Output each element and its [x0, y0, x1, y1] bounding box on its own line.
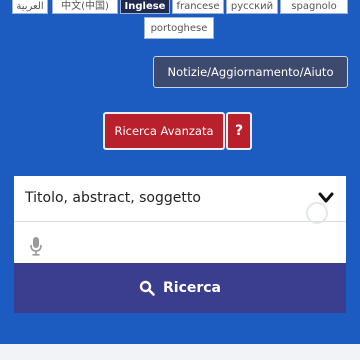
lang-tab-spanish[interactable]: spagnolo: [280, 0, 348, 14]
loading-indicator: [306, 202, 328, 224]
lang-tab-french[interactable]: francese: [172, 0, 224, 14]
lang-tab-russian[interactable]: русский: [226, 0, 278, 14]
search-field-select[interactable]: Titolo, abstract, soggetto: [14, 176, 346, 222]
help-button[interactable]: ?: [226, 112, 252, 150]
lang-tab-arabic[interactable]: العربية: [12, 0, 48, 14]
microphone-icon[interactable]: [29, 236, 43, 256]
advanced-search-button[interactable]: Ricerca Avanzata: [103, 112, 225, 150]
lang-tab-portuguese[interactable]: portoghese: [144, 17, 214, 39]
lang-tab-english[interactable]: Inglese: [120, 0, 170, 14]
lang-tab-chinese[interactable]: 中文(中国): [52, 0, 118, 14]
search-field-label: Titolo, abstract, soggetto: [25, 190, 201, 206]
search-icon: [139, 280, 155, 296]
footer-strip: [0, 344, 360, 360]
news-help-button[interactable]: Notizie/Aggiornamento/Aiuto: [153, 56, 348, 88]
language-tabs: العربية 中文(中国) Inglese francese русский …: [0, 0, 360, 39]
search-submit-label: Ricerca: [162, 280, 222, 296]
search-submit-button[interactable]: Ricerca: [14, 263, 346, 313]
search-panel: Titolo, abstract, soggetto Ricerca: [14, 176, 346, 313]
